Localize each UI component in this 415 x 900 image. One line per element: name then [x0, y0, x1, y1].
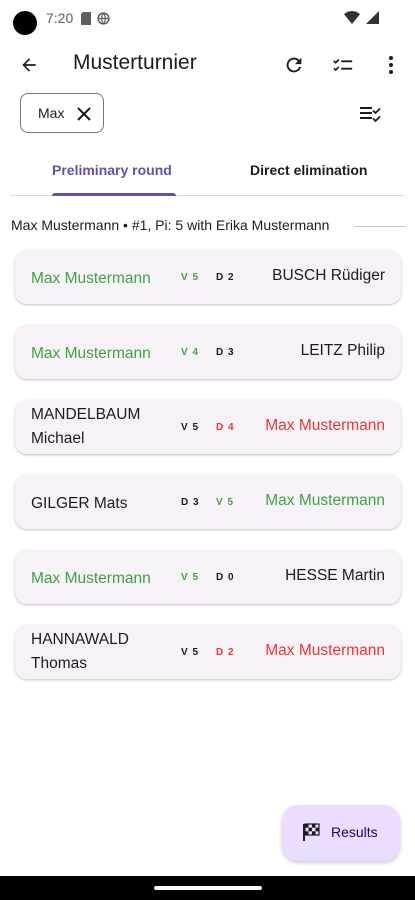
match-card[interactable]: GILGER Mats D 3 V 5 Max Mustermann [15, 475, 401, 529]
status-right-icons [344, 11, 379, 24]
more-vert-icon [389, 56, 393, 74]
left-fencer-name: Max Mustermann [31, 270, 151, 287]
checklist-button[interactable] [330, 52, 356, 78]
match-card[interactable]: MANDELBAUM Michael V 5 D 4 Max Musterman… [15, 400, 401, 454]
left-score: V 5 [181, 422, 200, 433]
right-fencer-name: BUSCH Rüdiger [272, 267, 385, 284]
page-title: Musterturnier [73, 51, 197, 74]
match-card[interactable]: HANNAWALD Thomas V 5 D 2 Max Mustermann [15, 625, 401, 679]
chip-label: Max [38, 105, 65, 121]
right-score: V 5 [216, 497, 235, 508]
app-bar: Musterturnier [0, 40, 415, 88]
right-fencer-name: Max Mustermann [265, 642, 385, 659]
section-divider [355, 226, 405, 227]
home-handle[interactable] [154, 886, 262, 890]
left-score: V 5 [181, 572, 200, 583]
signal-icon [366, 11, 379, 24]
right-fencer-name: Max Mustermann [265, 492, 385, 509]
left-score: V 5 [181, 272, 200, 283]
match-card[interactable]: Max Mustermann V 4 D 3 LEITZ Philip [15, 325, 401, 379]
checklist-icon [333, 58, 353, 72]
tab-preliminary-round[interactable]: Preliminary round [52, 162, 172, 178]
arrow-back-icon [22, 58, 36, 72]
fencer-filter-chip[interactable]: Max [20, 93, 104, 133]
left-fencer-name: Max Mustermann [31, 345, 151, 362]
left-fencer-name: GILGER Mats [31, 495, 128, 512]
match-card[interactable]: Max Mustermann V 5 D 0 HESSE Martin [15, 550, 401, 604]
status-time: 7:20 [46, 10, 74, 26]
camera-cutout [13, 11, 37, 35]
right-fencer-name: LEITZ Philip [300, 342, 385, 359]
refresh-icon [286, 57, 302, 73]
match-card[interactable]: Max Mustermann V 5 D 2 BUSCH Rüdiger [15, 250, 401, 304]
right-score: D 3 [216, 347, 235, 358]
system-nav-bar [0, 876, 415, 900]
results-label: Results [331, 824, 378, 840]
tab-bar: Preliminary round Direct elimination [10, 150, 405, 196]
wifi-icon [344, 11, 360, 24]
right-fencer-name: HESSE Martin [285, 567, 385, 584]
right-fencer-name: Max Mustermann [265, 417, 385, 434]
left-score: V 4 [181, 347, 200, 358]
status-left-icons [81, 11, 110, 25]
checkered-flag-icon [303, 823, 320, 841]
right-score: D 2 [216, 272, 235, 283]
active-tab-indicator [52, 193, 176, 196]
results-button[interactable]: Results [282, 805, 400, 861]
left-fencer-name: Max Mustermann [31, 570, 151, 587]
left-fencer-name: MANDELBAUM Michael [31, 406, 141, 447]
refresh-button[interactable] [281, 52, 307, 78]
pool-header: Max Mustermann • #1, Pi: 5 with Erika Mu… [11, 217, 330, 233]
filter-list-icon[interactable] [357, 100, 383, 126]
right-score: D 0 [216, 572, 235, 583]
globe-icon [97, 11, 110, 25]
left-score: V 5 [181, 647, 200, 658]
left-score: D 3 [181, 497, 200, 508]
tab-direct-elimination[interactable]: Direct elimination [250, 162, 367, 178]
left-fencer-name: HANNAWALD Thomas [31, 631, 129, 672]
sd-card-icon [81, 11, 92, 25]
more-options-button[interactable] [378, 52, 404, 78]
back-button[interactable] [16, 52, 42, 78]
right-score: D 4 [216, 422, 235, 433]
close-icon[interactable] [74, 104, 94, 124]
right-score: D 2 [216, 647, 235, 658]
